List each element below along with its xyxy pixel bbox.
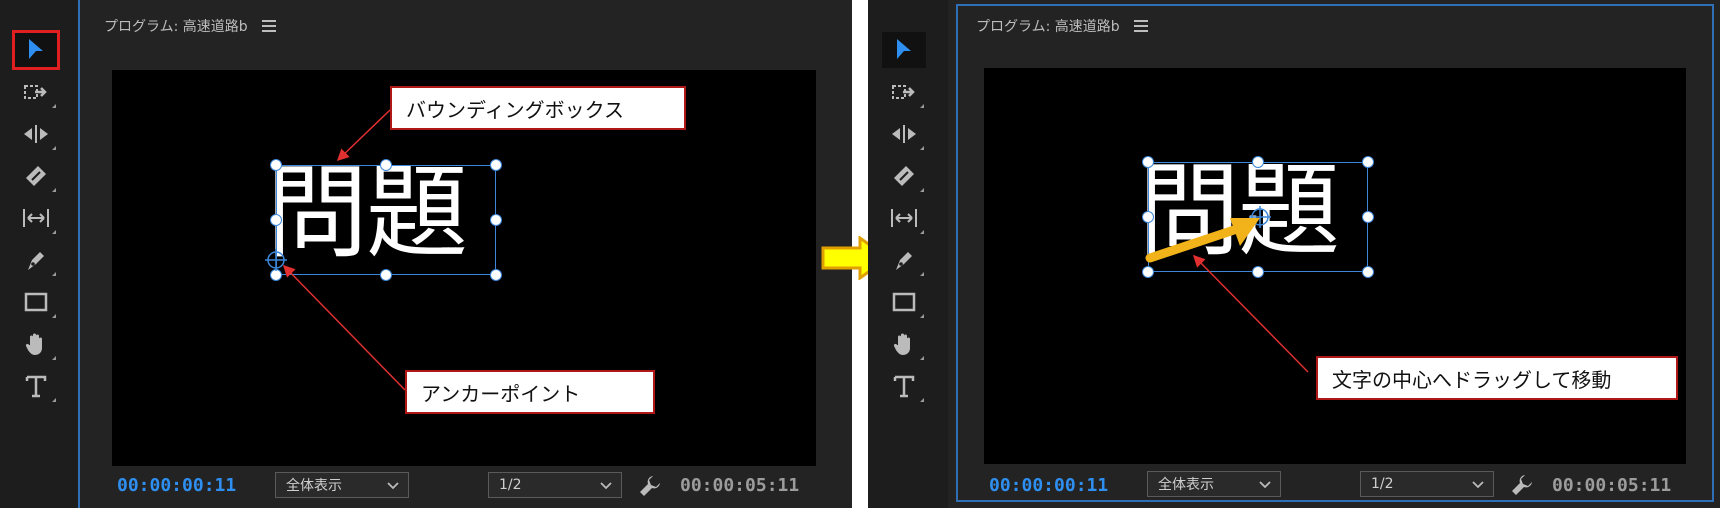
zoom-level-select[interactable]: 全体表示: [275, 472, 409, 498]
drag-instruction-callout: 文字の中心へドラッグして移動: [1316, 356, 1678, 400]
wrench-icon[interactable]: [1510, 473, 1534, 497]
bounding-box-callout: バウンディングボックス: [390, 86, 686, 130]
anchor-point-callout: アンカーポイント: [405, 370, 655, 414]
duration-timecode: 00:00:05:11: [1552, 475, 1672, 496]
chevron-down-icon: [600, 482, 612, 490]
duration-timecode: 00:00:05:11: [680, 475, 800, 496]
zoom-level-select[interactable]: 全体表示: [1147, 471, 1281, 497]
chevron-down-icon: [1259, 481, 1271, 489]
resolution-select[interactable]: 1/2: [1360, 471, 1494, 497]
right-program-monitor-panel: プログラム: 高速道路b 問題 文字の中心へドラッグして移動 00:00:00:…: [868, 0, 1720, 508]
resolution-select[interactable]: 1/2: [488, 472, 622, 498]
current-timecode[interactable]: 00:00:00:11: [117, 475, 236, 496]
zoom-level-value: 全体表示: [286, 478, 342, 494]
left-program-monitor-panel: プログラム: 高速道路b 問題 バウンディングボックス アンカーポイント 00:…: [0, 0, 852, 508]
current-timecode[interactable]: 00:00:00:11: [989, 475, 1108, 496]
callout-leaders: [1192, 254, 1309, 373]
wrench-icon[interactable]: [638, 474, 662, 498]
chevron-down-icon: [387, 482, 399, 490]
callout-leaders: [282, 109, 406, 391]
resolution-value: 1/2: [1371, 476, 1394, 492]
chevron-down-icon: [1472, 481, 1484, 489]
resolution-value: 1/2: [499, 477, 522, 493]
zoom-level-value: 全体表示: [1158, 477, 1214, 493]
